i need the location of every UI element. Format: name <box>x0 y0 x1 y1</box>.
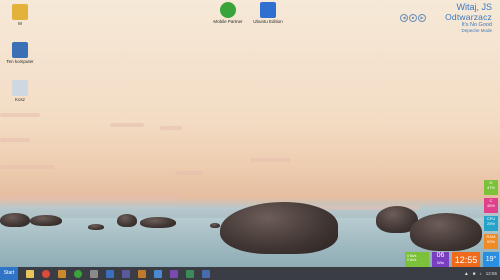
mobile-partner-icon <box>220 2 236 18</box>
desktop-icon-user[interactable]: M <box>2 4 38 27</box>
rock <box>117 214 137 227</box>
date-tile[interactable]: 06 Wto <box>432 252 449 267</box>
tile-value: 47% <box>486 184 495 190</box>
desktop-icon-label: Mobile Partner <box>213 19 243 24</box>
desktop-icon-label: Kosz <box>14 97 25 102</box>
song-artist: Depeche Mode <box>461 28 492 33</box>
stop-icon[interactable]: ■ <box>409 14 417 22</box>
desktop-icon-recycle-bin[interactable]: Kosz <box>2 80 38 103</box>
desktop: M Ten komputer Kosz Mobile Partner Ubunt… <box>0 0 500 267</box>
rock <box>140 217 176 228</box>
desktop-icon-label: Ten komputer <box>6 59 34 64</box>
computer-icon <box>12 42 28 58</box>
cloud <box>0 195 180 201</box>
chrome-icon[interactable] <box>42 269 50 278</box>
rock <box>0 213 30 227</box>
ubuntu-edition-icon <box>260 2 276 18</box>
previous-icon[interactable]: ◀ <box>400 14 408 22</box>
desktop-icon-computer[interactable]: Ten komputer <box>2 42 38 65</box>
tray-clock[interactable]: 12:55 <box>486 271 497 276</box>
volume-icon[interactable]: ♪ <box>479 271 481 276</box>
weather-tile[interactable]: 19° <box>483 252 499 267</box>
cloud <box>0 165 55 169</box>
ram-tile[interactable]: RAM 52% <box>484 234 498 249</box>
file-explorer-icon[interactable] <box>26 269 34 278</box>
cloud <box>0 113 40 117</box>
tile-value: 52% <box>486 238 495 244</box>
desktop-icon-ubuntu-edition[interactable]: Ubuntu Edition <box>250 2 286 25</box>
rock <box>88 224 104 230</box>
recycle-bin-icon <box>12 80 28 96</box>
tile-value: 46% <box>486 202 495 208</box>
dev-icon[interactable] <box>170 269 178 278</box>
clock-tile[interactable]: 12:55 <box>452 252 480 267</box>
disk-c-tile[interactable]: C 46% <box>484 198 498 213</box>
date-weekday: Wto <box>436 260 445 265</box>
rock <box>210 223 220 228</box>
cloud <box>160 126 182 130</box>
desktop-icon-label: Ubuntu Edition <box>253 19 283 24</box>
cloud <box>0 138 30 142</box>
music-widget: Witaj, JS Odtwarzacz It's No Good Depech… <box>445 2 492 33</box>
cloud <box>175 171 203 175</box>
cloud <box>250 158 290 162</box>
download-speed: 0 kb/s <box>407 258 417 262</box>
system-tray: ▲ ■ ♪ 12:55 <box>464 267 497 280</box>
player-name: Odtwarzacz <box>445 12 492 22</box>
app-icon[interactable] <box>202 269 210 278</box>
cloud <box>110 123 144 127</box>
gadget-icon[interactable] <box>90 269 98 278</box>
desktop-icon-label: M <box>18 21 22 26</box>
network-tile[interactable]: 0 kb/s 0 kb/s <box>405 252 429 267</box>
date-day: 06 <box>436 252 445 259</box>
show-hidden-icons[interactable]: ▲ <box>464 271 469 277</box>
mobile-partner-icon[interactable] <box>74 269 82 278</box>
taskbar: Start ▲ ■ ♪ 12:55 <box>0 267 500 280</box>
rock <box>30 215 62 226</box>
word-icon[interactable] <box>106 269 114 278</box>
winamp-icon[interactable] <box>58 269 66 278</box>
start-button[interactable]: Start <box>0 267 18 280</box>
photo-icon[interactable] <box>154 269 162 278</box>
rock <box>410 213 482 251</box>
cpu-tile[interactable]: CPU 25% <box>484 216 498 231</box>
tile-value: 25% <box>486 220 495 226</box>
disk-d-tile[interactable]: D 47% <box>484 180 498 195</box>
play-icon[interactable]: ▶ <box>418 14 426 22</box>
user-folder-icon <box>12 4 28 20</box>
settings-icon[interactable] <box>138 269 146 278</box>
store-icon[interactable] <box>186 269 194 278</box>
media-icon[interactable] <box>122 269 130 278</box>
desktop-icon-mobile-partner[interactable]: Mobile Partner <box>210 2 246 25</box>
rock <box>220 202 338 254</box>
greeting-text: Witaj, JS <box>456 2 492 12</box>
network-tray-icon[interactable]: ■ <box>473 271 476 276</box>
player-controls: ◀ ■ ▶ <box>400 14 426 22</box>
